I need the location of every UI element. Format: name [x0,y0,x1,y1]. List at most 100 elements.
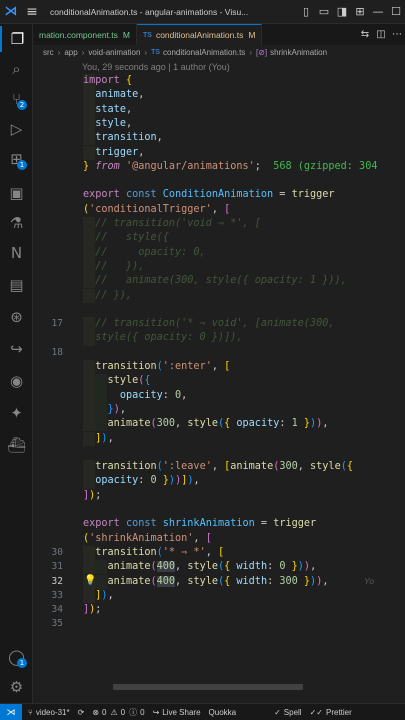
extensions-badge: 1 [17,160,27,170]
search-icon[interactable]: ⌕ [0,56,33,82]
code-line: 30 transition('* ⇒ *', [ [33,545,405,561]
breadcrumb-src[interactable]: src [43,48,54,57]
git-graph-icon[interactable]: ⊛ [0,304,33,330]
warning-icon: ⚠ [110,707,118,717]
vscode-logo-icon: ⋊ [4,4,18,19]
quokka-status[interactable]: Quokka [209,708,237,717]
import-cost-hint: 568 (gzipped: 304 [273,160,378,172]
extensions-icon[interactable]: ⊞ 1 [0,146,33,172]
secondary-sidebar-toggle-icon[interactable]: ◨ [333,0,351,24]
code-line-current: 32 💡 animate(400, style({ width: 300 })),… [33,574,405,589]
code-line: opacity: 0 }))]), [33,474,405,489]
tab-modified-badge: M [122,29,130,40]
code-line: 18 [51,346,63,358]
code-line: }), [33,402,405,418]
breadcrumb-void-animation[interactable]: void-animation [88,48,140,57]
sync-status-icon[interactable]: ⟳ [78,708,85,717]
check-icon: ✓ [274,707,281,717]
code-line: trigger, [33,145,405,160]
inline-blame: Yo [364,575,374,586]
code-line: transition(':leave', [animate(300, style… [33,460,405,475]
menu-icon[interactable]: ≡ [22,0,42,24]
code-line: export const ConditionAnimation = trigge… [83,189,335,201]
code-line: ('conditionalTrigger', [ [83,203,231,215]
code-line: 31 animate(400, style({ width: 0 })), [33,560,405,575]
code-line: // transition('void ⇒ *', [ [33,217,405,232]
spell-status[interactable]: ✓ Spell [274,708,302,717]
code-line: // style({ [33,231,405,246]
code-line: ('shrinkAnimation', [ [83,532,212,544]
code-line: 17 // transition('* ⇒ void', [animate(30… [33,317,405,332]
code-line: state, [33,102,405,117]
breadcrumb-separator-icon: › [249,48,252,57]
breadcrumb-file[interactable]: conditionalAnimation.ts [163,48,245,57]
sidebar-toggle-icon[interactable]: ▯ [297,0,315,24]
layout-icon[interactable]: ⊞ [351,0,369,24]
split-editor-icon[interactable]: ◫ [373,24,389,45]
tab-label: mation.component.ts [39,29,118,40]
panel-toggle-icon[interactable]: ▭ [315,0,333,24]
docker-icon[interactable]: ⛴ [0,432,33,458]
horizontal-scrollbar[interactable] [113,684,303,690]
accounts-icon[interactable]: ◯ 1 [0,644,33,670]
remote-indicator-icon[interactable]: ⋊ [0,704,22,720]
tab-actions: ⇆ ◫ ⋯ [357,24,405,45]
title-bar: ⋊ ≡ conditionalAnimation.ts - angular-an… [0,0,405,24]
compare-icon[interactable]: ⇆ [357,24,373,45]
tab-conditional-animation[interactable]: TS conditionalAnimation.ts M [137,24,263,45]
code-line: style({ [33,374,405,389]
code-line: import { [33,74,405,89]
code-line: animate(300, style({ opacity: 1 })), [33,417,405,432]
code-line: // }), [33,288,405,303]
code-line: style, [33,116,405,132]
branch-status[interactable]: ⑂ video-31* [28,708,70,717]
github-icon[interactable]: ◉ [0,368,33,394]
info-icon: ⓘ [129,707,138,717]
window-title: conditionalAnimation.ts - angular-animat… [50,6,249,17]
code-line: 33 ]), [33,588,405,604]
code-line: // }), [33,259,405,275]
code-line: ]); [83,489,102,501]
nx-console-icon[interactable]: N [0,240,33,266]
remote-explorer-icon[interactable]: ▣ [0,180,33,206]
code-line: ]), [33,431,405,446]
status-bar: ⋊ ⑂ video-31* ⟳ ⊗ 0 ⚠ 0 ⓘ 0 ↪ Live Share Quok… [0,703,405,720]
code-line: // opacity: 0, [33,245,405,260]
source-control-icon[interactable]: ⑂ 2 [0,86,33,112]
code-line: transition, [33,131,405,146]
tab-label: conditionalAnimation.ts [155,30,244,40]
code-lens-blame[interactable]: You, 29 seconds ago | 1 author (You) [82,60,230,74]
prettier-status[interactable]: ✓✓ Prettier [310,708,352,717]
typescript-file-icon: TS [143,31,152,39]
branch-icon: ⑂ [28,707,33,717]
gitlens-icon[interactable]: ✦ [0,400,33,426]
activity-bar: ❐ ⌕ ⑂ 2 ▷ ⊞ 1 ▣ ⚗ N ▤ ⊛ ↪ ◉ ✦ ⛴ ◯ 1 ⚙ [0,24,33,703]
breadcrumb: src › app › void-animation › TS conditio… [33,45,405,60]
more-actions-icon[interactable]: ⋯ [389,24,405,45]
code-line: export const shrinkAnimation = trigger [83,518,317,530]
code-line: 35 [51,618,63,630]
code-line: style({ opacity: 0 })]), [33,331,405,346]
explorer-icon[interactable]: ❐ [0,26,33,52]
minimize-icon[interactable]: — [369,0,387,24]
symbol-variable-icon: [⊘] [255,48,268,57]
tab-mation-component[interactable]: mation.component.ts M [33,24,137,45]
testing-icon[interactable]: ⚗ [0,210,33,236]
live-share-icon: ↪ [152,707,160,717]
live-share-status[interactable]: ↪ Live Share [153,708,201,717]
breadcrumb-separator-icon: › [57,48,61,57]
breadcrumb-separator-icon: › [144,48,148,57]
breadcrumb-symbol[interactable]: shrinkAnimation [270,48,327,57]
code-line: 34]); [51,604,102,616]
error-icon: ⊗ [92,707,100,717]
code-line: // animate(300, style({ opacity: 1 })), [33,274,405,289]
live-share-icon[interactable]: ↪ [0,336,33,362]
problems-status[interactable]: ⊗ 0 ⚠ 0 ⓘ 0 [92,707,144,718]
settings-gear-icon[interactable]: ⚙ [0,674,33,700]
breadcrumb-app[interactable]: app [64,48,77,57]
run-debug-icon[interactable]: ▷ [0,116,33,142]
code-editor[interactable]: You, 29 seconds ago | 1 author (You) imp… [33,60,405,694]
maximize-icon[interactable]: ☐ [387,0,405,24]
clipboard-icon[interactable]: ▤ [0,272,33,298]
code-line: transition(':enter', [ [33,360,405,375]
